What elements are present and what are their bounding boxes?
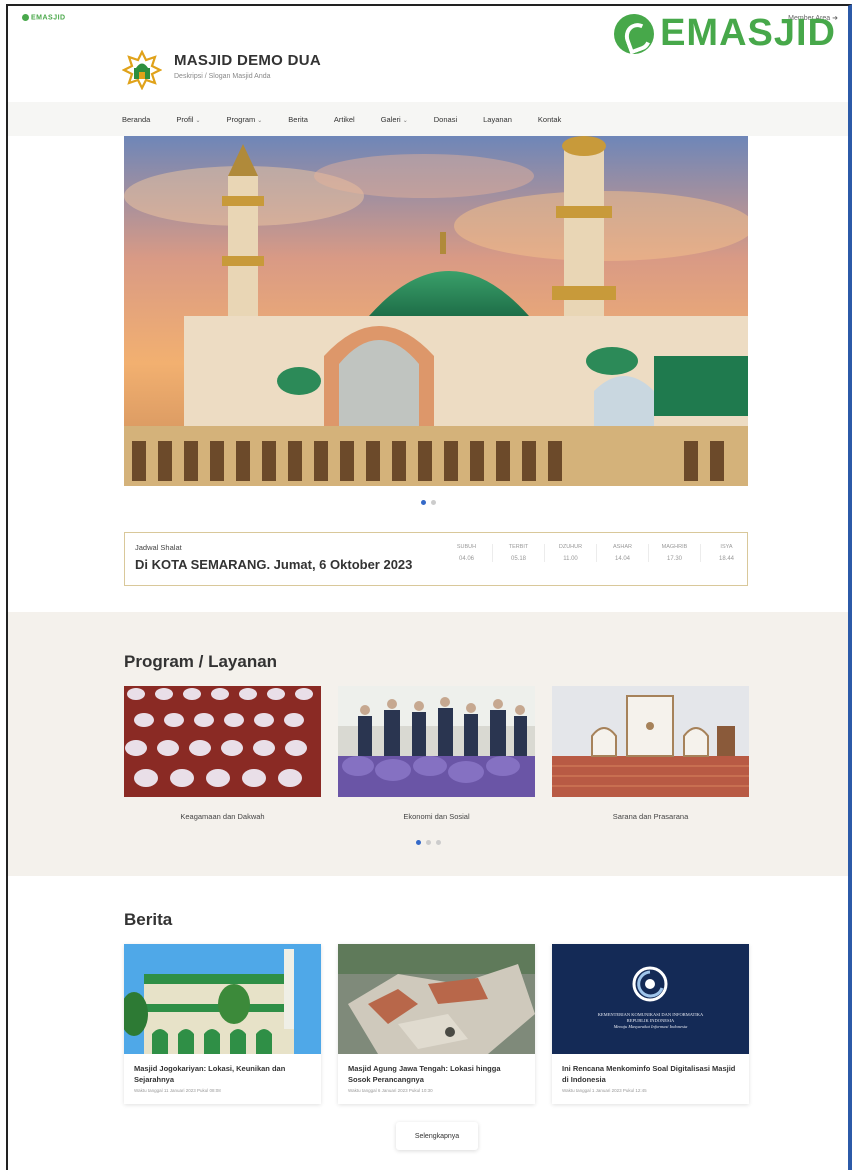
program-slider-dots	[8, 840, 848, 845]
news-image[interactable]	[124, 944, 321, 1054]
selengkapnya-button[interactable]: Selengkapnya	[396, 1122, 478, 1150]
hero-slider-dots	[8, 500, 848, 505]
prayer-time-value: 14.04	[614, 556, 630, 562]
prayer-time-terbit: TERBIT 05.18	[492, 544, 544, 562]
slider-dot[interactable]	[420, 500, 426, 505]
news-title[interactable]: Masjid Agung Jawa Tengah: Lokasi hingga …	[338, 1054, 535, 1086]
kominfo-logo-image	[552, 944, 749, 1054]
prayer-time-value: 17.30	[666, 556, 682, 562]
prayer-name: ASHAR	[613, 544, 632, 550]
news-meta: Waktu tanggal 11 Januari 2023 Pukul 08:0…	[134, 1087, 221, 1093]
news-meta: Waktu tanggal 6 Januari 2023 Pukul 10:30	[348, 1087, 433, 1093]
nav-label: Layanan	[483, 114, 512, 124]
program-card-caption[interactable]: Ekonomi dan Sosial	[338, 812, 535, 821]
chevron-down-icon: ⌄	[257, 117, 263, 124]
program-section: Program / Layanan Keagamaan dan Dakwah E…	[8, 612, 848, 876]
nav-donasi[interactable]: Donasi	[434, 115, 457, 124]
slider-dot[interactable]	[435, 840, 441, 845]
nav-label: Berita	[288, 114, 308, 124]
prayer-name: SUBUH	[456, 544, 477, 550]
prayer-rows-photo	[124, 686, 321, 797]
prayer-name: ISYA	[720, 544, 733, 550]
program-card-image[interactable]	[124, 686, 321, 797]
site-tagline: Deskripsi / Slogan Masjid Anda	[174, 73, 271, 80]
kominfo-line3: Menuju Masyarakat Informasi Indonesia	[613, 1024, 688, 1030]
prayer-time-value: 11.00	[563, 556, 578, 562]
news-meta: Waktu tanggal 1 Januari 2023 Pukul 12:45	[562, 1087, 647, 1093]
nav-label: Artikel	[333, 114, 355, 124]
nav-label: Galeri	[380, 114, 401, 124]
nav-label: Donasi	[433, 114, 458, 124]
prayer-time-dzuhur: DZUHUR 11.00	[544, 544, 596, 562]
mini-logo-icon	[22, 14, 29, 21]
mosque-interior-photo	[552, 686, 749, 797]
program-title: Program / Layanan	[124, 652, 278, 671]
charity-group-photo	[338, 686, 535, 797]
program-card-image[interactable]	[338, 686, 535, 797]
nav-program[interactable]: Program ⌄	[226, 115, 262, 124]
mosque-logo-icon[interactable]	[122, 50, 162, 90]
news-card[interactable]: KEMENTERIAN KOMUNIKASI DAN INFORMATIKA R…	[552, 944, 749, 1104]
prayer-time-isya: ISYA 18.44	[700, 544, 752, 562]
news-title[interactable]: Masjid Jogokariyan: Lokasi, Keunikan dan…	[124, 1054, 321, 1086]
hero-slider-image[interactable]	[124, 136, 748, 486]
nav-beranda[interactable]: Beranda	[122, 115, 150, 124]
news-image[interactable]	[338, 944, 535, 1054]
berita-title: Berita	[124, 910, 173, 929]
prayer-time-ashar: ASHAR 14.04	[596, 544, 648, 562]
prayer-name: MAGHRIB	[661, 544, 688, 550]
nav-label: Profil	[176, 114, 194, 124]
nav-galeri[interactable]: Galeri ⌄	[381, 115, 408, 124]
prayer-time-value: 04.06	[458, 556, 474, 562]
prayer-time-value: 18.44	[718, 556, 734, 562]
mini-logo[interactable]: EMASJID	[22, 14, 66, 21]
nav-kontak[interactable]: Kontak	[538, 115, 561, 124]
program-card-caption[interactable]: Sarana dan Prasarana	[552, 812, 749, 821]
prayer-schedule: Jadwal Shalat Di KOTA SEMARANG. Jumat, 6…	[124, 532, 748, 586]
nav-profil[interactable]: Profil ⌄	[176, 115, 200, 124]
main-nav: Beranda Profil ⌄ Program ⌄ Berita Artikel …	[8, 102, 848, 136]
program-card-image[interactable]	[552, 686, 749, 797]
prayer-name: DZUHUR	[558, 544, 583, 550]
site-name[interactable]: MASJID DEMO DUA	[174, 52, 321, 69]
nav-label: Program	[226, 114, 256, 124]
chevron-down-icon: ⌄	[195, 117, 201, 124]
prayer-time-subuh: SUBUH 04.06	[441, 544, 492, 562]
kominfo-text: KEMENTERIAN KOMUNIKASI DAN INFORMATIKA R…	[552, 1012, 749, 1030]
prayer-time-maghrib: MAGHRIB 17.30	[648, 544, 700, 562]
program-card-caption[interactable]: Keagamaan dan Dakwah	[124, 812, 321, 821]
nav-layanan[interactable]: Layanan	[483, 115, 512, 124]
masjid-agung-photo	[338, 944, 535, 1054]
mini-logo-text: EMASJID	[31, 14, 66, 22]
nav-artikel[interactable]: Artikel	[334, 115, 355, 124]
prayer-time-value: 05.18	[510, 556, 526, 562]
news-title[interactable]: Ini Rencana Menkominfo Soal Digitalisasi…	[552, 1054, 749, 1086]
slider-dot[interactable]	[425, 840, 431, 845]
prayer-name: TERBIT	[508, 544, 529, 550]
chevron-down-icon: ⌄	[402, 117, 408, 124]
nav-berita[interactable]: Berita	[288, 115, 308, 124]
mosque-photo	[124, 136, 748, 486]
slider-dot[interactable]	[430, 500, 436, 505]
prayer-times: SUBUH 04.06 TERBIT 05.18 DZUHUR 11.00 ASHAR…	[441, 544, 752, 562]
news-image[interactable]: KEMENTERIAN KOMUNIKASI DAN INFORMATIKA R…	[552, 944, 749, 1054]
prayer-label: Jadwal Shalat	[135, 543, 182, 552]
jogokariyan-photo	[124, 944, 321, 1054]
slider-dot[interactable]	[415, 840, 421, 845]
nav-label: Beranda	[122, 114, 151, 124]
nav-label: Kontak	[537, 114, 562, 124]
site-header: MASJID DEMO DUA Deskripsi / Slogan Masji…	[8, 34, 848, 102]
news-card[interactable]: Masjid Agung Jawa Tengah: Lokasi hingga …	[338, 944, 535, 1104]
page-frame: EMASJID Member Area ➜ EMASJID MASJID DEM…	[6, 4, 852, 1170]
news-card[interactable]: Masjid Jogokariyan: Lokasi, Keunikan dan…	[124, 944, 321, 1104]
prayer-title: Di KOTA SEMARANG. Jumat, 6 Oktober 2023	[135, 557, 413, 572]
